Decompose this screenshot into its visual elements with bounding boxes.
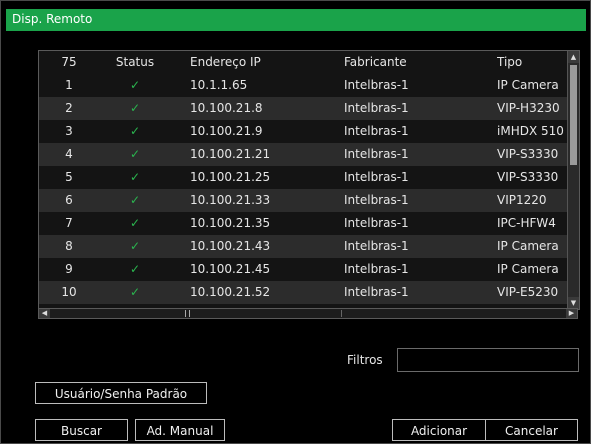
row-number: 4 — [65, 147, 73, 161]
ip-address: 10.100.21.43 — [190, 239, 271, 253]
device-type: VIP1220 — [497, 193, 547, 207]
device-type: VIP-H3230 — [497, 101, 560, 115]
table-row[interactable]: 5 ✓ 10.100.21.25 Intelbras-1 VIP-S3330 — [39, 166, 567, 189]
manufacturer: Intelbras-1 — [344, 78, 409, 92]
table-row[interactable]: 6 ✓ 10.100.21.33 Intelbras-1 VIP1220 — [39, 189, 567, 212]
device-type: iMHDX 510 — [497, 124, 564, 138]
manufacturer: Intelbras-1 — [344, 147, 409, 161]
ip-address: 10.100.21.33 — [190, 193, 271, 207]
ip-address: 10.100.21.45 — [190, 262, 271, 276]
ip-address: 10.100.21.9 — [190, 124, 263, 138]
device-type: VIP-S3330 — [497, 170, 559, 184]
row-number: 2 — [65, 101, 73, 115]
ip-address: 10.100.21.25 — [190, 170, 271, 184]
manufacturer: Intelbras-1 — [344, 124, 409, 138]
manufacturer: Intelbras-1 — [344, 216, 409, 230]
status-check-icon: ✓ — [129, 239, 141, 253]
vertical-scrollbar[interactable]: ▲ ▼ — [567, 51, 579, 309]
row-number: 3 — [65, 124, 73, 138]
device-type: VIP-S3330 — [497, 147, 559, 161]
scroll-thumb[interactable] — [570, 65, 577, 165]
table-header: 75 Status Endereço IP Fabricante Tipo — [39, 51, 567, 74]
column-header-manufacturer[interactable]: Fabricante — [344, 55, 484, 69]
manufacturer: Intelbras-1 — [344, 262, 409, 276]
row-number: 1 — [65, 78, 73, 92]
table-row[interactable]: 1 ✓ 10.1.1.65 Intelbras-1 IP Camera — [39, 74, 567, 97]
cancel-button[interactable]: Cancelar — [485, 419, 578, 441]
status-check-icon: ✓ — [129, 101, 141, 115]
device-type: IP Camera — [497, 78, 559, 92]
column-header-status[interactable]: Status — [101, 55, 169, 69]
status-check-icon: ✓ — [129, 124, 141, 138]
table-row[interactable]: 9 ✓ 10.100.21.45 Intelbras-1 IP Camera — [39, 258, 567, 281]
row-number: 9 — [65, 262, 73, 276]
status-check-icon: ✓ — [129, 285, 141, 299]
row-number: 7 — [65, 216, 73, 230]
ip-address: 10.100.21.21 — [190, 147, 271, 161]
table-row[interactable]: 10 ✓ 10.100.21.52 Intelbras-1 VIP-E5230 — [39, 281, 567, 304]
default-credentials-button[interactable]: Usuário/Senha Padrão — [35, 382, 207, 404]
column-header-ip[interactable]: Endereço IP — [190, 55, 330, 69]
device-type: IP Camera — [497, 239, 559, 253]
device-type: VIP-E5230 — [497, 285, 559, 299]
add-button[interactable]: Adicionar — [392, 419, 486, 441]
table-row[interactable]: 4 ✓ 10.100.21.21 Intelbras-1 VIP-S3330 — [39, 143, 567, 166]
ip-address: 10.100.21.8 — [190, 101, 263, 115]
device-table: 75 Status Endereço IP Fabricante Tipo 1 ✓… — [38, 50, 580, 310]
manufacturer: Intelbras-1 — [344, 285, 409, 299]
column-header-count[interactable]: 75 — [47, 55, 91, 69]
manufacturer: Intelbras-1 — [344, 193, 409, 207]
status-check-icon: ✓ — [129, 193, 141, 207]
column-header-type[interactable]: Tipo — [497, 55, 565, 69]
status-check-icon: ✓ — [129, 147, 141, 161]
filters-label: Filtros — [347, 353, 383, 367]
arrow-right-icon[interactable]: ▶ — [566, 309, 577, 318]
horizontal-scroll-thumb[interactable] — [185, 310, 190, 317]
status-check-icon: ✓ — [129, 262, 141, 276]
title-bar: Disp. Remoto — [6, 9, 586, 31]
device-type: IPC-HFW4 — [497, 216, 556, 230]
row-number: 8 — [65, 239, 73, 253]
table-row[interactable]: 8 ✓ 10.100.21.43 Intelbras-1 IP Camera — [39, 235, 567, 258]
manufacturer: Intelbras-1 — [344, 239, 409, 253]
device-type: IP Camera — [497, 262, 559, 276]
manufacturer: Intelbras-1 — [344, 101, 409, 115]
ip-address: 10.100.21.52 — [190, 285, 271, 299]
ip-address: 10.100.21.35 — [190, 216, 271, 230]
horizontal-scrollbar[interactable]: ◀ ▶ — [38, 308, 578, 319]
ip-address: 10.1.1.65 — [190, 78, 248, 92]
table-row[interactable]: 2 ✓ 10.100.21.8 Intelbras-1 VIP-H3230 — [39, 97, 567, 120]
manual-add-button[interactable]: Ad. Manual — [135, 419, 225, 441]
table-row[interactable]: 3 ✓ 10.100.21.9 Intelbras-1 iMHDX 510 — [39, 120, 567, 143]
arrow-up-icon[interactable]: ▲ — [568, 51, 579, 63]
row-number: 5 — [65, 170, 73, 184]
table-row[interactable]: 7 ✓ 10.100.21.35 Intelbras-1 IPC-HFW4 — [39, 212, 567, 235]
window-title: Disp. Remoto — [12, 12, 93, 26]
status-check-icon: ✓ — [129, 170, 141, 184]
arrow-left-icon[interactable]: ◀ — [39, 309, 50, 318]
horizontal-scroll-track — [51, 310, 342, 317]
status-check-icon: ✓ — [129, 78, 141, 92]
filters-input[interactable] — [397, 348, 579, 372]
manufacturer: Intelbras-1 — [344, 170, 409, 184]
row-number: 6 — [65, 193, 73, 207]
row-number: 10 — [61, 285, 77, 299]
remote-devices-window: Disp. Remoto 75 Status Endereço IP Fabri… — [0, 0, 591, 444]
status-check-icon: ✓ — [129, 216, 141, 230]
search-button[interactable]: Buscar — [35, 419, 128, 441]
